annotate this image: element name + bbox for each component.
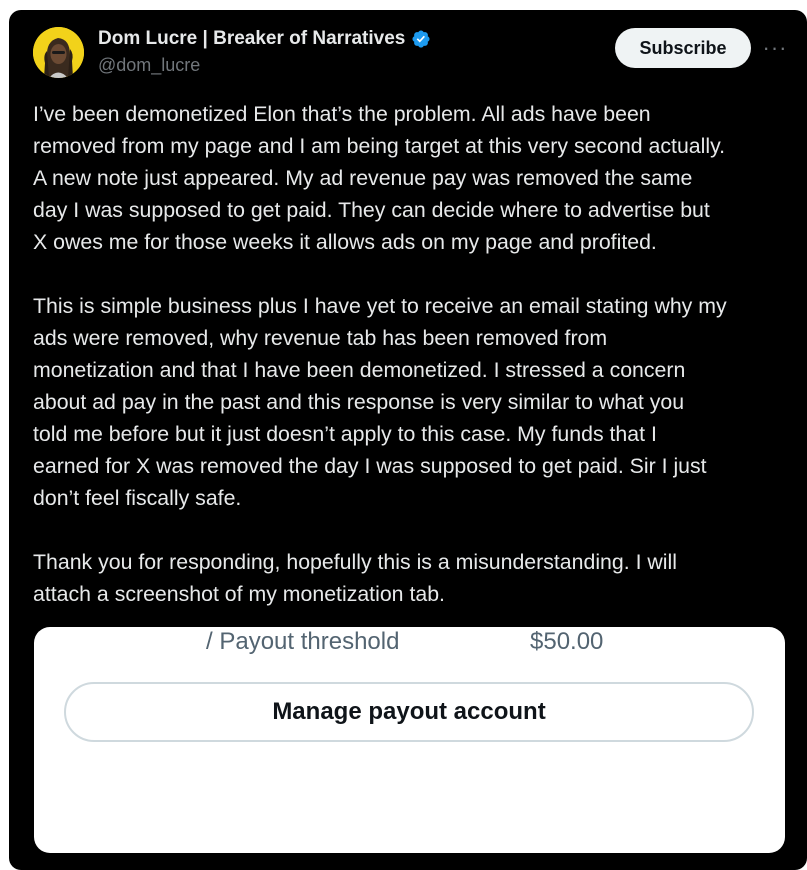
payout-threshold-value: $50.00 bbox=[530, 628, 604, 655]
author-handle[interactable]: @dom_lucre bbox=[98, 55, 200, 76]
author-name-row[interactable]: Dom Lucre | Breaker of Narratives bbox=[98, 28, 431, 50]
tweet-paragraph-2: This is simple business plus I have yet … bbox=[33, 294, 727, 510]
subscribe-button[interactable]: Subscribe bbox=[615, 28, 751, 68]
tweet-card: Dom Lucre | Breaker of Narratives @dom_l… bbox=[9, 10, 807, 870]
payout-threshold-label: / Payout threshold bbox=[206, 628, 400, 655]
manage-payout-account-button: Manage payout account bbox=[64, 682, 754, 742]
verified-badge-icon bbox=[411, 29, 431, 49]
tweet-paragraph-3: Thank you for responding, hopefully this… bbox=[33, 550, 677, 606]
author-display-name[interactable]: Dom Lucre | Breaker of Narratives bbox=[98, 28, 405, 50]
avatar[interactable] bbox=[33, 27, 84, 78]
more-options-icon[interactable]: ··· bbox=[761, 34, 789, 62]
attached-screenshot[interactable]: / Payout threshold $50.00 Manage payout … bbox=[34, 627, 785, 853]
avatar-image bbox=[33, 27, 84, 78]
tweet-body: I’ve been demonetized Elon that’s the pr… bbox=[33, 98, 793, 610]
tweet-paragraph-1: I’ve been demonetized Elon that’s the pr… bbox=[33, 102, 726, 254]
